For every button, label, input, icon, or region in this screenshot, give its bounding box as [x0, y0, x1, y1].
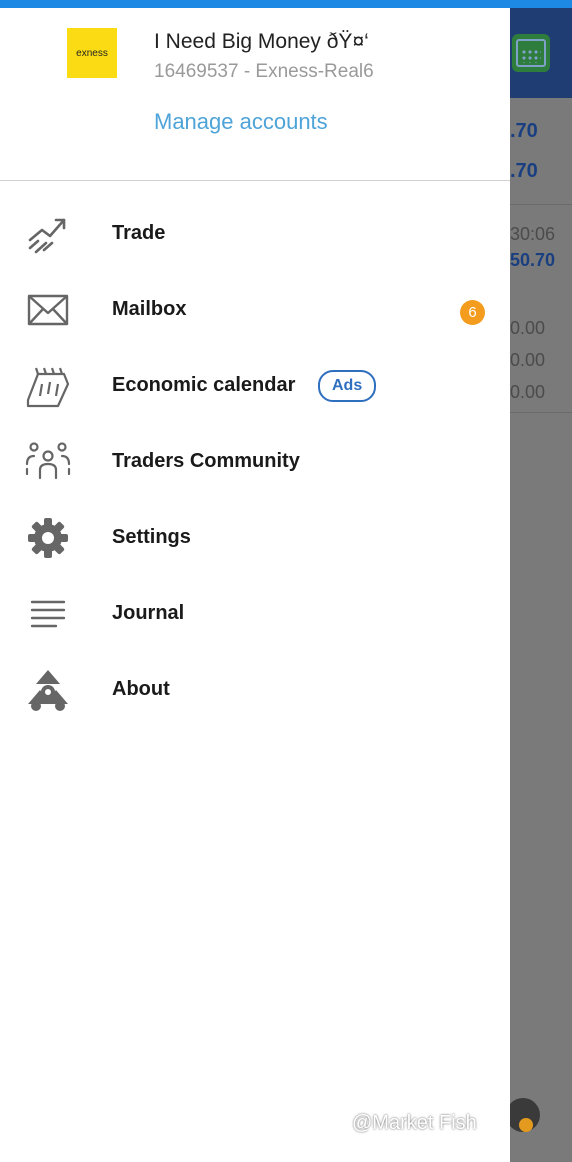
calendar-icon: [26, 367, 70, 408]
background-value: 0.00: [510, 318, 546, 338]
background-time: 30:06: [510, 224, 556, 244]
account-id-server: 16469537 - Exness-Real6: [154, 61, 374, 82]
ads-tag: Ads: [318, 370, 377, 402]
calendar-icon: [512, 34, 550, 72]
account-name: I Need Big Money ðŸ¤‘: [154, 30, 369, 53]
menu-item-label: Settings: [112, 526, 191, 548]
background-value: 0.00: [510, 350, 546, 370]
header-divider: [0, 180, 510, 181]
gear-icon: [28, 518, 68, 558]
menu-item-economic-calendar[interactable]: Economic calendar Ads: [0, 348, 510, 424]
background-separator: [510, 204, 572, 205]
broker-logo: exness: [67, 28, 117, 78]
unread-count-badge: 6: [460, 300, 485, 325]
menu-item-label: About: [112, 678, 170, 700]
menu-item-label: Trade: [112, 222, 166, 244]
background-fab: [506, 1098, 540, 1132]
background-separator: [510, 412, 572, 413]
community-icon: [25, 442, 71, 480]
about-logo-icon: [28, 670, 68, 711]
background-price: .70: [510, 160, 538, 182]
trade-chart-icon: [28, 218, 66, 254]
menu-item-mailbox[interactable]: Mailbox 6: [0, 272, 510, 348]
background-value: 0.00: [510, 382, 546, 402]
menu-item-label: Mailbox: [112, 298, 187, 320]
menu-item-about[interactable]: About: [0, 652, 510, 728]
background-price: 50.70: [510, 250, 556, 270]
watermark-text: @Market Fish: [352, 1112, 477, 1134]
background-price: .70: [510, 120, 538, 142]
navigation-drawer: exness I Need Big Money ðŸ¤‘ 16469537 - …: [0, 8, 510, 1162]
status-accent-bar: [0, 0, 572, 8]
menu-item-label: Economic calendar: [112, 374, 296, 396]
background-header: [510, 8, 572, 98]
mail-icon: [27, 294, 69, 326]
manage-accounts-link[interactable]: Manage accounts: [154, 109, 328, 135]
journal-lines-icon: [30, 600, 66, 628]
menu-item-label: Traders Community: [112, 450, 300, 472]
menu-item-trade[interactable]: Trade: [0, 196, 510, 272]
background-app: .70 .70 30:06 50.70 0.00 0.00 0.00: [506, 8, 572, 1162]
menu-item-journal[interactable]: Journal: [0, 576, 510, 652]
menu-item-label: Journal: [112, 602, 185, 624]
menu-item-traders-community[interactable]: Traders Community: [0, 424, 510, 500]
menu-item-settings[interactable]: Settings: [0, 500, 510, 576]
